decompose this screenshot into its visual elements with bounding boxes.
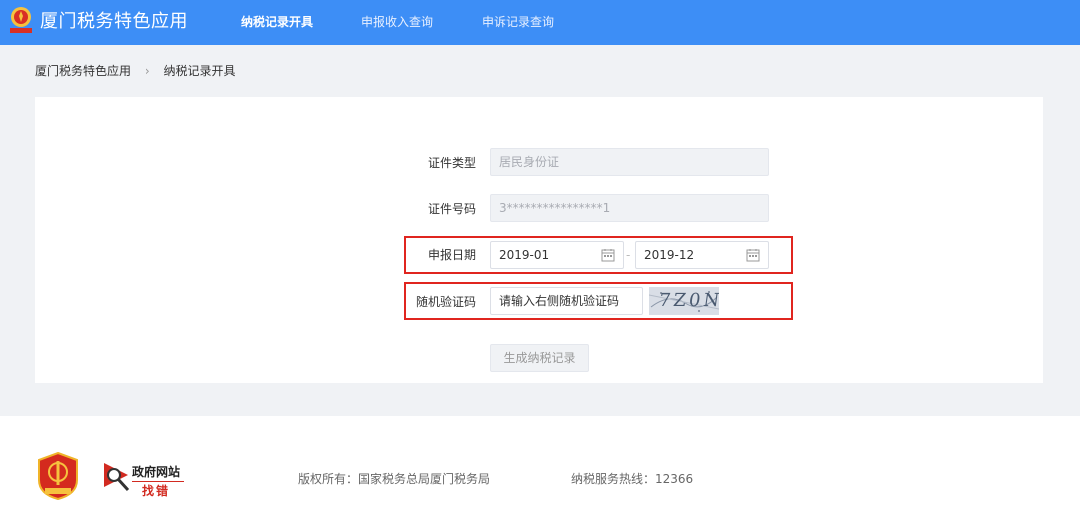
- id-type-field: 居民身份证: [490, 148, 769, 176]
- footer: 政府网站 找错 版权所有：国家税务总局厦门税务局 纳税服务热线：12366: [0, 416, 1080, 507]
- tax-emblem-icon[interactable]: [8, 6, 34, 36]
- nav-tab-income-query[interactable]: 申报收入查询: [361, 14, 433, 30]
- gov-site-divider: [132, 481, 184, 482]
- captcha-placeholder: 请输入右侧随机验证码: [499, 294, 620, 308]
- id-number-label: 证件号码: [427, 202, 476, 216]
- generate-record-button[interactable]: 生成纳税记录: [490, 344, 589, 372]
- report-date-label: 申报日期: [427, 248, 476, 262]
- captcha-image[interactable]: 7Z0N: [649, 287, 719, 315]
- date-start-picker[interactable]: 2019-01: [490, 241, 624, 269]
- magnifier-flag-icon: [104, 463, 130, 492]
- date-range-separator: -: [626, 248, 631, 262]
- date-start-value: 2019-01: [499, 248, 550, 262]
- brand-title[interactable]: 厦门税务特色应用: [40, 10, 188, 34]
- chevron-right-icon: ›: [144, 64, 150, 78]
- date-end-picker[interactable]: 2019-12: [635, 241, 769, 269]
- captcha-input[interactable]: 请输入右侧随机验证码: [490, 287, 643, 315]
- nav-tab-appeal-query[interactable]: 申诉记录查询: [482, 14, 554, 30]
- hotline-text: 纳税服务热线：12366: [571, 472, 694, 486]
- breadcrumb: 厦门税务特色应用 › 纳税记录开具: [35, 63, 236, 79]
- copyright-text: 版权所有：国家税务总局厦门税务局: [298, 472, 491, 486]
- top-header: 厦门税务特色应用 纳税记录开具 申报收入查询 申诉记录查询: [0, 0, 1080, 45]
- gov-site-title: 政府网站: [132, 465, 181, 479]
- id-type-label: 证件类型: [427, 156, 476, 170]
- breadcrumb-current: 纳税记录开具: [163, 64, 236, 78]
- gov-site-subtitle: 找错: [142, 484, 171, 498]
- gov-site-error-report-logo[interactable]: 政府网站 找错: [104, 461, 194, 501]
- calendar-icon[interactable]: [601, 248, 615, 262]
- date-end-value: 2019-12: [644, 248, 695, 262]
- captcha-text: 7Z0N: [657, 290, 719, 311]
- nav-tab-tax-record[interactable]: 纳税记录开具: [241, 14, 313, 30]
- calendar-icon[interactable]: [746, 248, 760, 262]
- tax-bureau-emblem-icon: [38, 452, 78, 500]
- id-number-field: 3****************1: [490, 194, 769, 222]
- breadcrumb-root[interactable]: 厦门税务特色应用: [35, 64, 131, 78]
- captcha-label: 随机验证码: [415, 295, 476, 309]
